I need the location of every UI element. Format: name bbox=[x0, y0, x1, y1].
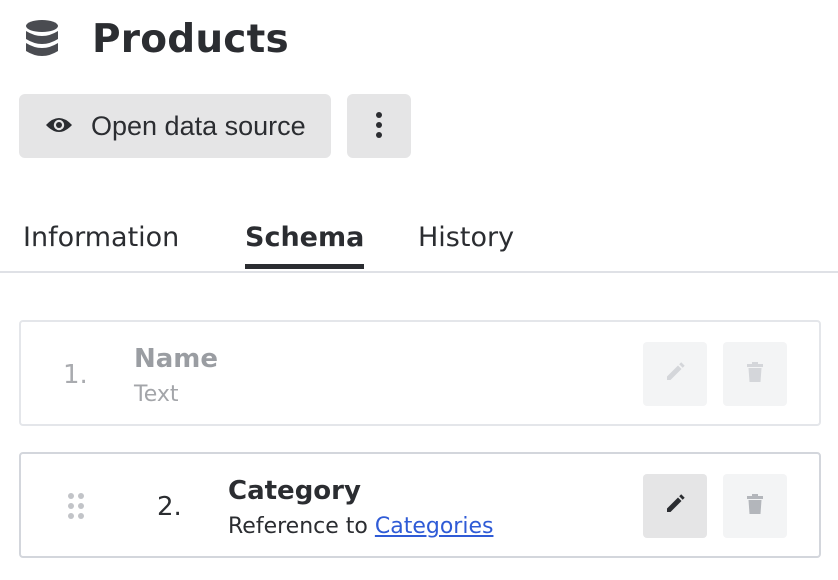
field-type-prefix: Reference to bbox=[228, 514, 368, 539]
page-header: Products bbox=[22, 14, 289, 64]
drag-handle-icon[interactable] bbox=[67, 492, 85, 524]
tab-history[interactable]: History bbox=[418, 222, 514, 269]
edit-field-button[interactable] bbox=[643, 342, 707, 406]
page-title: Products bbox=[92, 16, 289, 62]
eye-icon bbox=[45, 115, 73, 138]
more-vertical-icon bbox=[375, 111, 383, 142]
field-name: Category bbox=[228, 476, 361, 506]
schema-field-row: 1. Name Text bbox=[19, 320, 821, 426]
tab-information[interactable]: Information bbox=[23, 222, 179, 269]
pencil-icon bbox=[664, 361, 686, 387]
tab-bar: Information Schema History bbox=[0, 222, 838, 273]
edit-field-button[interactable] bbox=[643, 474, 707, 538]
schema-field-row: 2. Category Reference to Categories bbox=[19, 452, 821, 558]
delete-field-button[interactable] bbox=[723, 342, 787, 406]
field-type: Text bbox=[134, 382, 179, 407]
delete-field-button[interactable] bbox=[723, 474, 787, 538]
pencil-icon bbox=[664, 493, 686, 519]
trash-icon bbox=[745, 493, 765, 519]
open-data-source-button[interactable]: Open data source bbox=[19, 94, 331, 158]
reference-link[interactable]: Categories bbox=[375, 514, 494, 539]
database-icon bbox=[22, 16, 62, 62]
trash-icon bbox=[745, 361, 765, 387]
field-index: 2. bbox=[157, 492, 182, 522]
field-type: Reference to Categories bbox=[228, 514, 493, 539]
action-bar: Open data source bbox=[19, 94, 411, 158]
more-options-button[interactable] bbox=[346, 94, 411, 158]
field-name: Name bbox=[134, 344, 219, 374]
field-index: 1. bbox=[63, 360, 88, 390]
open-data-source-label: Open data source bbox=[91, 110, 306, 141]
tab-schema[interactable]: Schema bbox=[245, 222, 365, 269]
